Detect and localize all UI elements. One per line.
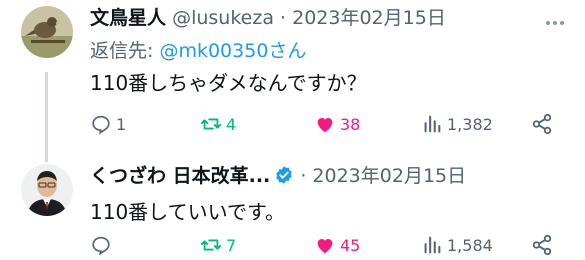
tweet-1[interactable]: 文鳥星人 @lusukeza · 2023年02月15日 返信先: @mk003… — [0, 0, 585, 162]
like-count: 45 — [340, 235, 361, 255]
view-count: 1,382 — [447, 114, 493, 134]
views-icon — [424, 236, 441, 254]
reply-icon — [92, 115, 110, 135]
reply-to-line: 返信先: @mk00350さん — [90, 36, 306, 63]
retweet-count: 7 — [226, 235, 237, 255]
like-button[interactable]: 38 — [314, 109, 360, 139]
views-button[interactable]: 1,382 — [421, 109, 493, 139]
views-icon — [424, 115, 441, 133]
tweet-text: 110番しちゃダメなんですか？ — [90, 71, 367, 95]
retweet-button[interactable]: 4 — [200, 109, 236, 139]
heart-icon — [317, 118, 333, 133]
tweet-header: 文鳥星人 @lusukeza · 2023年02月15日 — [90, 6, 446, 30]
reply-button[interactable] — [90, 230, 116, 260]
like-count: 38 — [340, 114, 361, 134]
share-icon — [532, 113, 552, 135]
tweet-date[interactable]: 2023年02月15日 — [292, 7, 446, 29]
share-icon — [532, 234, 552, 256]
retweet-button[interactable]: 7 — [200, 230, 236, 260]
reply-to-label: 返信先: — [90, 40, 154, 62]
avatar-person[interactable] — [21, 164, 73, 216]
views-button[interactable]: 1,584 — [421, 230, 493, 260]
action-bar: 1 4 38 1,382 — [0, 109, 585, 139]
reply-icon — [92, 236, 110, 256]
separator-dot: · — [280, 7, 287, 29]
retweet-icon — [200, 239, 222, 251]
tweet-2[interactable]: くつざわ 日本改革... · 2023年02月15日 110番していいです。 7… — [0, 155, 585, 258]
reply-to-mention[interactable]: @mk00350さん — [159, 40, 306, 62]
heart-icon — [317, 239, 333, 254]
share-button[interactable] — [531, 109, 557, 139]
retweet-icon — [200, 118, 222, 130]
action-bar: 7 45 1,584 — [0, 230, 585, 260]
separator-dot: · — [300, 165, 307, 187]
verified-badge-icon — [274, 165, 294, 191]
more-icon[interactable] — [545, 10, 565, 31]
display-name[interactable]: くつざわ 日本改革... — [90, 165, 270, 187]
reply-count: 1 — [116, 114, 127, 134]
view-count: 1,584 — [447, 235, 493, 255]
retweet-count: 4 — [226, 114, 237, 134]
like-button[interactable]: 45 — [314, 230, 360, 260]
display-name[interactable]: 文鳥星人 — [90, 7, 166, 29]
reply-button[interactable]: 1 — [90, 109, 126, 139]
user-handle[interactable]: @lusukeza — [172, 7, 274, 29]
avatar-bird[interactable] — [21, 6, 73, 58]
tweet-text: 110番していいです。 — [90, 200, 285, 224]
share-button[interactable] — [531, 230, 557, 260]
tweet-date[interactable]: 2023年02月15日 — [312, 165, 466, 187]
tweet-header: くつざわ 日本改革... · 2023年02月15日 — [90, 164, 466, 191]
